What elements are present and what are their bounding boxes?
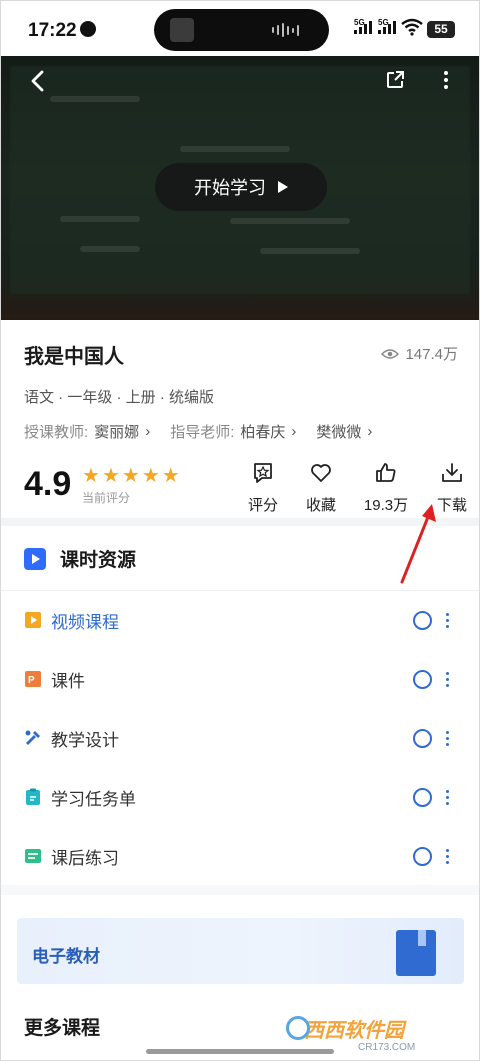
more-vertical-icon[interactable] (446, 848, 450, 864)
teacher-row: 授课教师: 窦丽娜 › 指导老师: 柏春庆 › 樊微微 › (24, 421, 373, 442)
star-icon: ★ (141, 465, 160, 487)
eye-icon (381, 348, 400, 359)
chevron-right-icon: › (291, 423, 297, 440)
resource-item-exercise[interactable]: 课后练习 (0, 827, 480, 885)
watermark: 西西软件园 CR173.COM (286, 1014, 415, 1053)
wifi-icon (401, 18, 423, 36)
more-courses-title: 更多课程 (24, 1018, 101, 1039)
star-rate-icon (254, 463, 272, 483)
design-icon (25, 730, 40, 745)
more-vertical-icon[interactable] (446, 730, 450, 746)
watermark-logo-icon (286, 1016, 310, 1040)
book-icon (396, 930, 436, 976)
back-button[interactable] (26, 66, 48, 96)
play-icon (278, 181, 288, 193)
start-learning-button[interactable]: 开始学习 (155, 163, 327, 211)
resource-item-task[interactable]: 学习任务单 (0, 768, 480, 826)
more-vertical-icon[interactable] (446, 789, 450, 805)
rating-stars: ★ ★ ★ ★ ★ (82, 463, 180, 488)
advisor-name-2[interactable]: 樊微微 (316, 421, 361, 442)
rate-button[interactable]: 评分 (233, 460, 293, 515)
view-count: 147.4万 (381, 343, 458, 364)
resources-header: 课时资源 (24, 545, 136, 572)
resource-item-design[interactable]: 教学设计 (0, 709, 480, 767)
select-circle[interactable] (413, 787, 432, 807)
status-bar: 17:22 5G 5G 55 (0, 0, 480, 56)
share-icon[interactable] (385, 70, 405, 90)
heart-icon (311, 464, 331, 482)
start-learning-label: 开始学习 (194, 178, 266, 198)
star-icon: ★ (82, 465, 100, 487)
audio-wave-icon (272, 23, 299, 37)
task-icon (26, 788, 40, 805)
course-title: 我是中国人 (24, 346, 124, 368)
select-circle[interactable] (413, 610, 432, 630)
more-vertical-icon[interactable] (444, 70, 448, 90)
chevron-right-icon: › (367, 423, 373, 440)
svg-text:P: P (28, 675, 35, 686)
tiktok-icon (80, 21, 96, 37)
home-indicator[interactable] (146, 1049, 334, 1054)
resources-title: 课时资源 (60, 550, 137, 571)
star-icon: ★ (101, 465, 120, 487)
media-thumbnail (170, 18, 194, 42)
thumbs-up-icon (376, 463, 396, 482)
etextbook-card[interactable]: 电子教材 (17, 918, 464, 984)
etextbook-label: 电子教材 (32, 947, 100, 966)
rating-label: 当前评分 (82, 491, 131, 505)
dynamic-island (154, 9, 329, 51)
advisor-name-1[interactable]: 柏春庆 (240, 421, 285, 442)
resource-item-slides[interactable]: P 课件 (0, 650, 480, 708)
rating-score: 4.9 (24, 465, 72, 503)
select-circle[interactable] (413, 728, 432, 748)
download-icon (442, 463, 462, 482)
signal-icon-1: 5G (354, 18, 372, 34)
ppt-icon: P (25, 671, 41, 687)
resource-item-video[interactable]: 视频课程 (0, 591, 480, 649)
exercise-icon (25, 849, 41, 863)
select-circle[interactable] (413, 669, 432, 689)
battery-indicator: 55 (427, 21, 455, 38)
video-resource-icon (24, 547, 46, 570)
course-meta: 语文 · 一年级 · 上册 · 统编版 (24, 389, 214, 406)
section-divider (0, 885, 480, 895)
favorite-button[interactable]: 收藏 (291, 460, 351, 515)
status-time: 17:22 (28, 20, 77, 41)
annotation-arrow (400, 504, 436, 584)
signal-icon-2: 5G (378, 18, 396, 34)
more-vertical-icon[interactable] (446, 612, 450, 628)
more-vertical-icon[interactable] (446, 671, 450, 687)
star-icon: ★ (161, 465, 180, 487)
chevron-right-icon: › (145, 423, 151, 440)
star-icon: ★ (121, 465, 140, 487)
select-circle[interactable] (413, 846, 432, 866)
video-icon (25, 612, 41, 628)
teacher-name[interactable]: 窦丽娜 (94, 421, 139, 442)
